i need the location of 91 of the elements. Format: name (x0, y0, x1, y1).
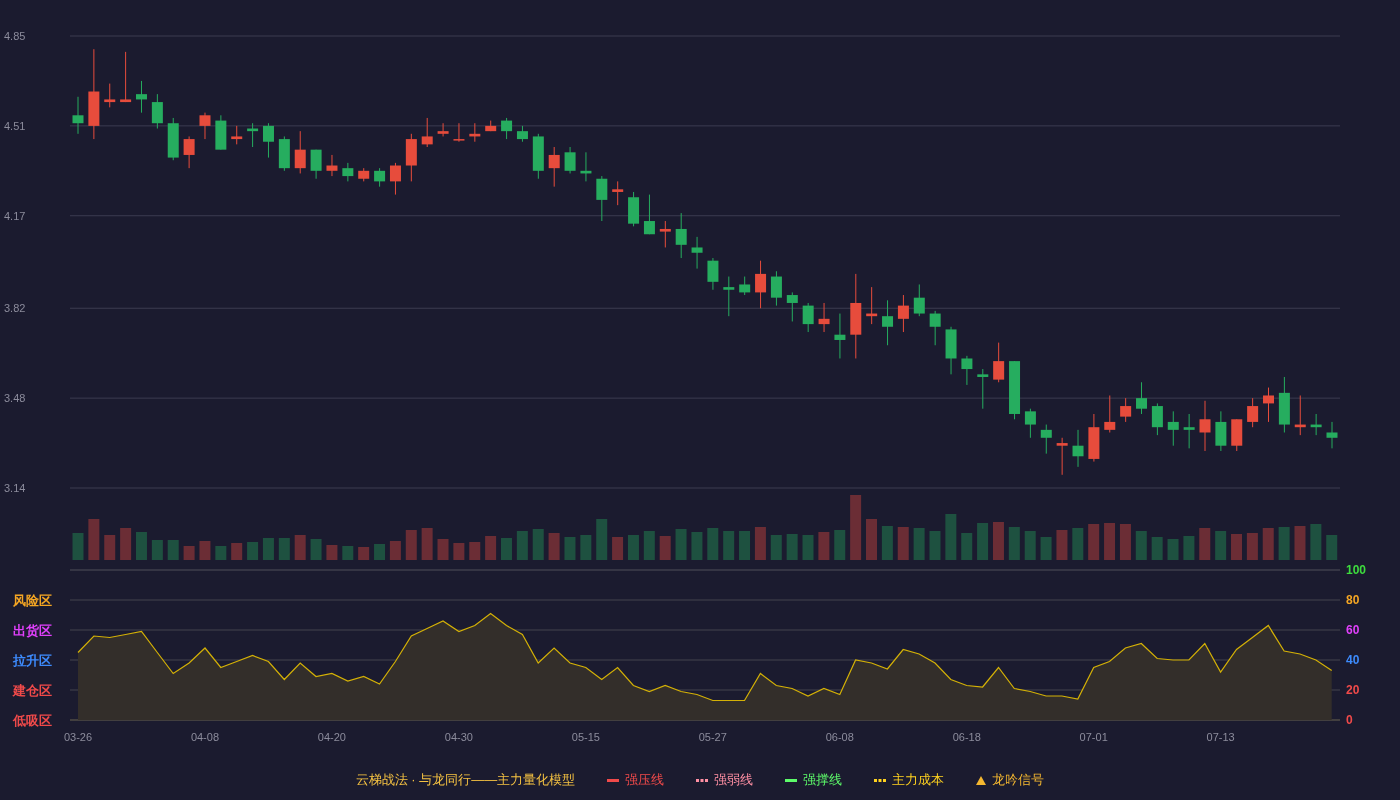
candlestick (770, 270, 782, 307)
candlestick (1263, 387, 1275, 423)
zone-label: 拉升区 (13, 653, 52, 668)
indicator-axis-label: 80 (1346, 593, 1360, 607)
candlestick (1183, 413, 1195, 449)
candlestick (913, 283, 925, 317)
indicator-axis-label: 0 (1346, 713, 1353, 727)
legend-label: 强压线 (625, 771, 665, 790)
price-axis-label: 3.14 (4, 482, 26, 494)
legend-label: 主力成本 (892, 771, 945, 790)
candlestick (755, 260, 767, 309)
candlestick (1199, 400, 1211, 452)
candlestick (882, 299, 894, 346)
date-axis-label: 07-01 (1079, 731, 1108, 743)
price-axis-label: 4.85 (4, 30, 26, 42)
candlestick (929, 310, 941, 346)
legend-label: 强撑线 (803, 771, 843, 790)
candlestick (802, 302, 814, 333)
date-axis-label: 05-27 (698, 731, 727, 743)
price-axis-label: 3.48 (4, 392, 26, 405)
candlestick (231, 125, 243, 145)
date-axis-label: 04-20 (317, 731, 346, 743)
date-axis-label: 05-15 (571, 731, 600, 743)
legend-label: 龙吟信号 (992, 771, 1045, 790)
candlestick (374, 167, 386, 188)
candlestick (1072, 429, 1084, 468)
candlestick (104, 83, 116, 108)
candlestick (1247, 397, 1259, 428)
candlestick (1120, 397, 1132, 423)
candlestick (120, 51, 132, 103)
candlestick (977, 368, 989, 410)
candlestick (1056, 437, 1068, 476)
candlestick (596, 175, 608, 222)
candlestick (707, 257, 719, 291)
candlestick (501, 117, 513, 140)
candlestick (993, 342, 1005, 383)
candlestick (786, 291, 798, 322)
candlestick (1136, 381, 1148, 415)
date-axis-label: 04-08 (190, 731, 220, 743)
date-axis-label: 06-18 (952, 731, 981, 743)
indicator-axis-label: 100 (1346, 563, 1367, 577)
candlestick (199, 112, 211, 140)
candlestick (691, 236, 703, 270)
zone-label: 建仓区 (13, 683, 52, 698)
candlestick (342, 162, 354, 182)
candlestick (675, 212, 687, 259)
candlestick (961, 355, 973, 386)
date-axis-label: 07-13 (1206, 731, 1235, 743)
candlestick (421, 117, 433, 148)
candlestick (389, 162, 401, 196)
candlestick (564, 146, 576, 174)
candlestick (612, 180, 624, 206)
candlestick (72, 96, 84, 135)
candlestick (326, 154, 338, 177)
candlestick (183, 135, 195, 169)
date-axis-label: 03-26 (63, 731, 93, 743)
candlestick (897, 294, 909, 333)
candlestick (643, 194, 655, 235)
candlestick (1104, 394, 1116, 433)
zone-label: 出货区 (13, 623, 52, 638)
candlestick (1151, 402, 1163, 436)
candlestick (1167, 410, 1179, 447)
candlestick (135, 80, 147, 114)
candlestick (739, 276, 751, 296)
price-axis-label: 3.82 (4, 302, 26, 315)
zone-label: 低吸区 (13, 713, 52, 728)
candlestick (659, 220, 671, 248)
candlestick (548, 146, 560, 188)
date-axis-label: 04-30 (444, 731, 473, 743)
candlestick (1024, 408, 1036, 439)
candlestick (834, 313, 846, 359)
candlestick (1040, 424, 1052, 455)
candlestick (453, 122, 465, 143)
candlestick (818, 302, 830, 333)
indicator-axis-label: 20 (1346, 683, 1360, 697)
price-axis-label: 4.17 (4, 209, 26, 222)
candlestick (294, 130, 306, 174)
candlestick (723, 276, 735, 317)
legend-title: 云梯战法 · 与龙同行——主力量化模型 (355, 771, 576, 790)
date-axis-label: 06-08 (825, 731, 854, 743)
indicator-axis-label: 60 (1346, 623, 1360, 637)
candlestick (1215, 410, 1227, 452)
zone-label: 风险区 (13, 593, 52, 608)
candlestick (437, 122, 449, 137)
price-axis-label: 4.51 (4, 119, 26, 132)
candlestick (262, 122, 274, 159)
candlestick (310, 149, 322, 180)
legend-label: 强弱线 (714, 771, 754, 790)
candlestick (1326, 421, 1338, 449)
indicator-axis-label: 40 (1346, 653, 1360, 667)
candlestick (151, 93, 163, 130)
